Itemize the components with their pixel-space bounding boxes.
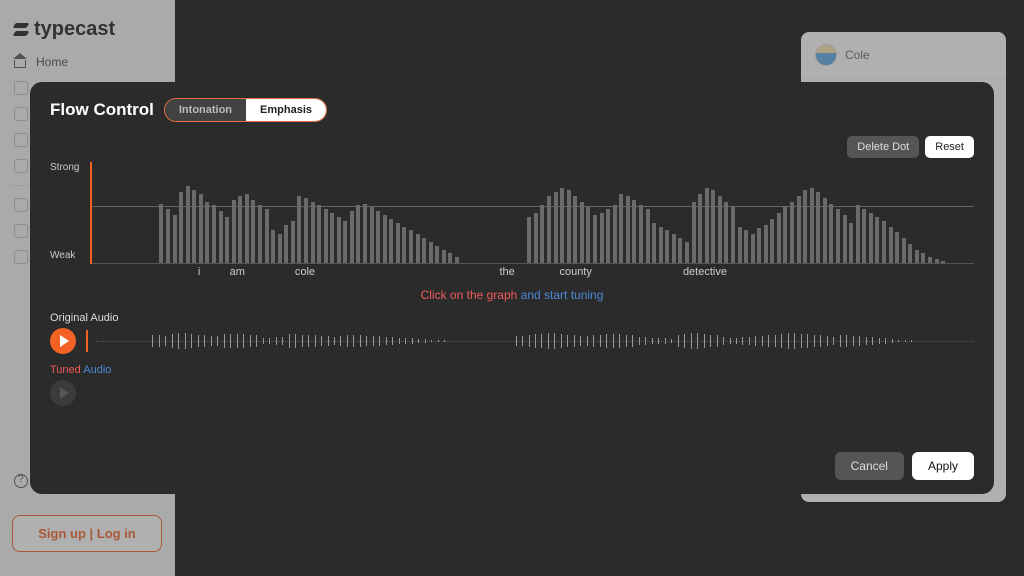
original-audio-label: Original Audio	[50, 312, 974, 324]
modal-footer: Cancel Apply	[50, 442, 974, 480]
tab-intonation[interactable]: Intonation	[165, 99, 246, 121]
modal-title: Flow Control	[50, 100, 154, 120]
flow-control-modal: Flow Control Intonation Emphasis Delete …	[30, 82, 994, 494]
tuned-label-2: Audio	[81, 364, 112, 376]
reset-button[interactable]: Reset	[925, 136, 974, 158]
delete-dot-button[interactable]: Delete Dot	[847, 136, 919, 158]
cancel-button[interactable]: Cancel	[835, 452, 904, 480]
word-cole: cole	[295, 266, 315, 278]
play-tuned-button[interactable]	[50, 380, 76, 406]
tab-group: Intonation Emphasis	[164, 98, 327, 122]
word-i: i	[198, 266, 200, 278]
play-original-button[interactable]	[50, 328, 76, 354]
y-axis-strong: Strong	[50, 162, 79, 173]
chart-area[interactable]	[92, 162, 974, 264]
y-axis-weak: Weak	[50, 250, 75, 261]
tuned-label-1: Tuned	[50, 364, 81, 376]
tab-emphasis[interactable]: Emphasis	[246, 99, 326, 121]
hint-text: Click on the graph and start tuning	[50, 288, 974, 302]
tuned-audio-section: Tuned Audio	[50, 364, 974, 406]
tuned-audio-row	[50, 380, 974, 406]
hint-part1: Click on the graph	[421, 288, 518, 302]
hint-part2: and start tuning	[517, 288, 603, 302]
word-labels-row: i am cole the county detective	[92, 266, 974, 280]
modal-overlay: Flow Control Intonation Emphasis Delete …	[0, 0, 1024, 576]
word-the: the	[499, 266, 514, 278]
word-county: county	[559, 266, 591, 278]
original-waveform[interactable]	[96, 330, 974, 352]
original-playhead[interactable]	[86, 330, 88, 352]
emphasis-bars	[120, 162, 974, 263]
apply-button[interactable]: Apply	[912, 452, 974, 480]
word-detective: detective	[683, 266, 727, 278]
word-am: am	[230, 266, 245, 278]
original-audio-row	[50, 328, 974, 354]
emphasis-chart[interactable]: Strong Weak i am cole the county detective	[50, 162, 974, 280]
original-audio-section: Original Audio	[50, 312, 974, 354]
tuned-audio-label: Tuned Audio	[50, 364, 974, 376]
modal-header: Flow Control Intonation Emphasis	[50, 98, 974, 122]
chart-actions: Delete Dot Reset	[50, 136, 974, 158]
